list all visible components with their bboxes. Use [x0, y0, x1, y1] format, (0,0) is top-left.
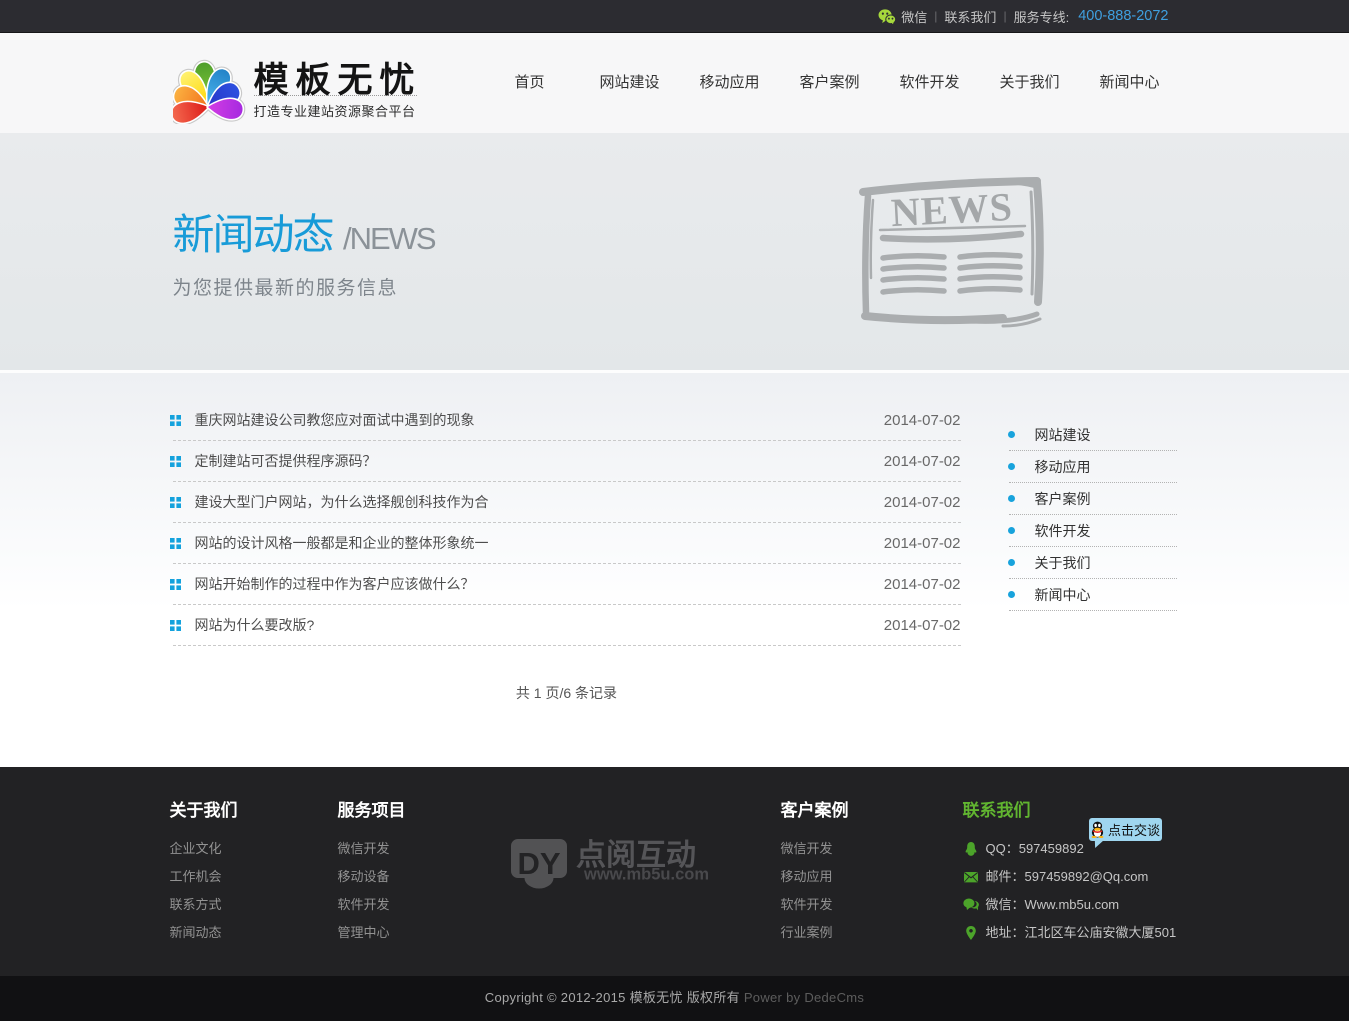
svg-text:DY: DY	[517, 846, 560, 881]
svg-text:www.mb5u.com: www.mb5u.com	[583, 866, 709, 884]
